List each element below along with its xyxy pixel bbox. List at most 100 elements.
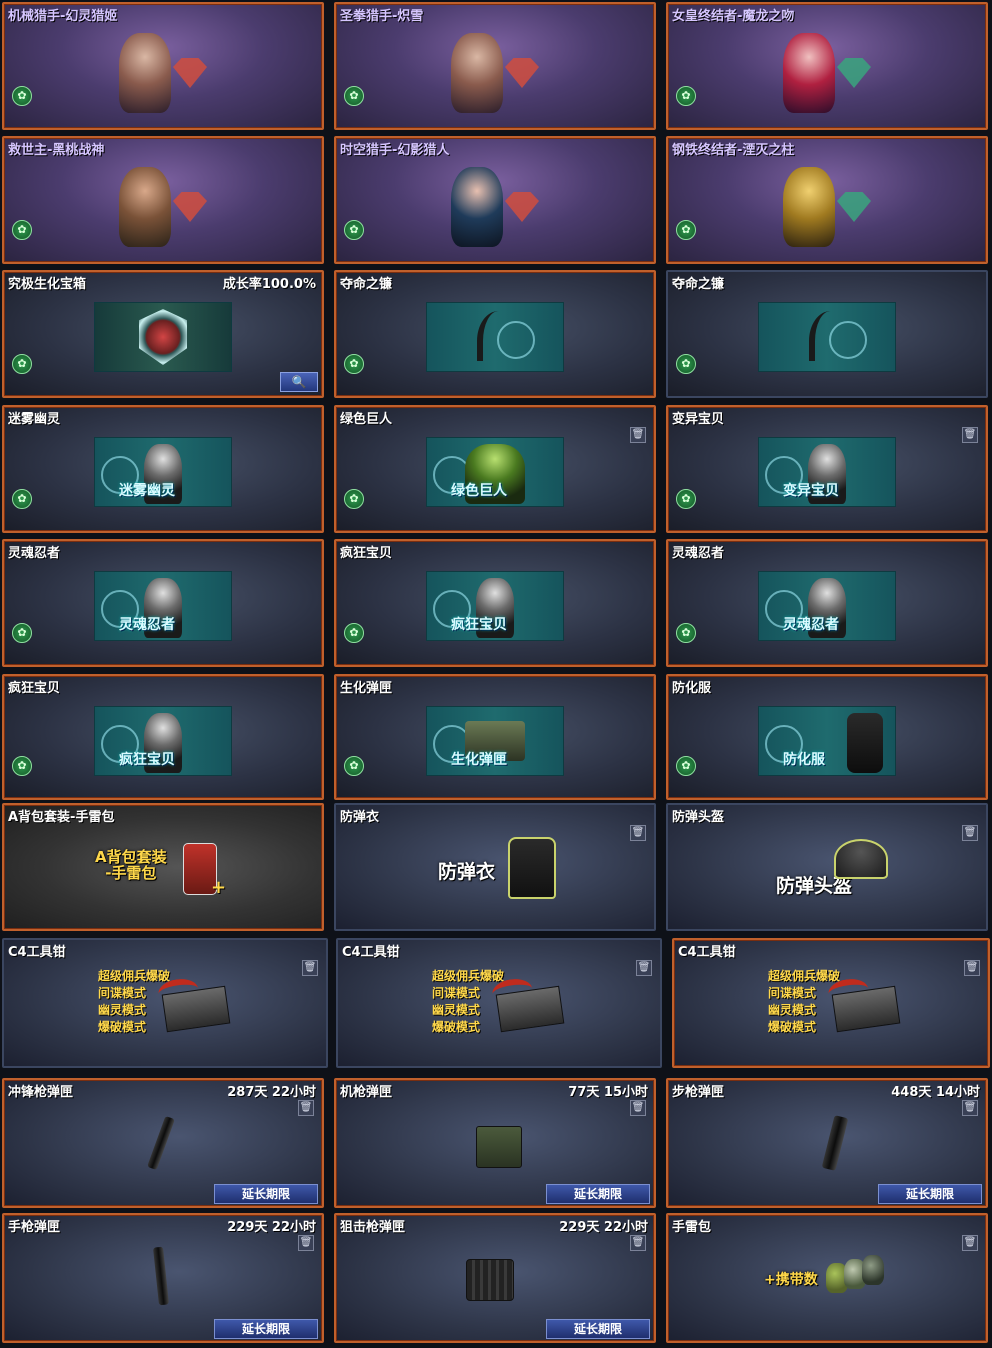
item-card[interactable]: 灵魂忍者 灵魂忍者 ✿ (666, 539, 988, 667)
item-title: 救世主-黑桃战神 (8, 143, 105, 158)
item-title: C4工具钳 (678, 945, 736, 960)
item-card[interactable]: 女皇终结者-魔龙之吻 ✿ (666, 2, 988, 130)
character-portrait (772, 28, 882, 118)
bio-tag-icon: ✿ (12, 220, 32, 240)
item-card[interactable]: 机枪弹匣 77天 15小时 🗑 延长期限 (334, 1078, 656, 1208)
bio-tag-icon: ✿ (344, 756, 364, 776)
item-card[interactable]: 狙击枪弹匣 229天 22小时 🗑 延长期限 (334, 1213, 656, 1343)
item-title: 夺命之镰 (340, 277, 393, 292)
item-card[interactable]: 步枪弹匣 448天 14小时 🗑 延长期限 (666, 1078, 988, 1208)
trash-icon[interactable]: 🗑 (302, 960, 318, 976)
item-card[interactable]: 夺命之镰 ✿ (334, 270, 656, 398)
magazine-image (152, 1246, 170, 1306)
item-title: 灵魂忍者 (8, 546, 61, 561)
item-title: 疯狂宝贝 (340, 546, 393, 561)
backpack-image: A背包套装 -手雷包 + (95, 837, 231, 901)
growth-rate: 成长率100.0% (222, 277, 316, 292)
item-card[interactable]: 冲锋枪弹匣 287天 22小时 🗑 延长期限 (2, 1078, 324, 1208)
time-remaining: 287天 22小时 (227, 1085, 316, 1100)
trash-icon[interactable]: 🗑 (630, 1100, 646, 1116)
ammo-box-image (476, 1126, 522, 1168)
item-card[interactable]: 防弹头盔 🗑 防弹头盔 (666, 803, 988, 931)
inventory-grid: 机械猎手-幻灵猎姬 ✿ 圣拳猎手-炽雪 ✿ 女皇终结者-魔龙之吻 ✿ 救世主-黑… (0, 0, 992, 1348)
magazine-image (821, 1115, 849, 1171)
character-image: 灵魂忍者 (758, 571, 896, 641)
item-card[interactable]: C4工具钳 🗑 超级佣兵爆破 间谍模式 幽灵模式 爆破模式 (672, 938, 990, 1068)
trash-icon[interactable]: 🗑 (962, 1100, 978, 1116)
bio-tag-icon: ✿ (12, 354, 32, 374)
item-card[interactable]: 手枪弹匣 229天 22小时 🗑 延长期限 (2, 1213, 324, 1343)
item-card[interactable]: 疯狂宝贝 疯狂宝贝 ✿ (2, 674, 324, 800)
grenade-image (862, 1255, 884, 1285)
item-card[interactable]: 生化弹匣 生化弹匣 ✿ (334, 674, 656, 800)
extend-button[interactable]: 延长期限 (214, 1319, 318, 1339)
extend-button[interactable]: 延长期限 (214, 1184, 318, 1204)
bio-tag-icon: ✿ (344, 220, 364, 240)
extend-button[interactable]: 延长期限 (546, 1319, 650, 1339)
trash-icon[interactable]: 🗑 (636, 960, 652, 976)
trash-icon[interactable]: 🗑 (298, 1235, 314, 1251)
time-remaining: 448天 14小时 (891, 1085, 980, 1100)
suit-image: 防化服 (758, 706, 896, 776)
art-label: 防弹衣 (438, 861, 496, 883)
item-title: 变异宝贝 (672, 412, 725, 427)
trash-icon[interactable]: 🗑 (630, 1235, 646, 1251)
item-card[interactable]: 夺命之镰 ✿ (666, 270, 988, 398)
bio-tag-icon: ✿ (676, 489, 696, 509)
bio-tag-icon: ✿ (344, 489, 364, 509)
item-title: 女皇终结者-魔龙之吻 (672, 9, 795, 24)
vest-image (508, 837, 556, 899)
item-title: 防弹衣 (340, 810, 380, 825)
item-card[interactable]: 钢铁终结者-湮灭之柱 ✿ (666, 136, 988, 264)
trash-icon[interactable]: 🗑 (962, 427, 978, 443)
item-title: 钢铁终结者-湮灭之柱 (672, 143, 795, 158)
trash-icon[interactable]: 🗑 (964, 960, 980, 976)
weapon-image (758, 302, 896, 372)
character-image: 灵魂忍者 (94, 571, 232, 641)
item-card[interactable]: 时空猎手-幻影猎人 ✿ (334, 136, 656, 264)
extend-button[interactable]: 延长期限 (546, 1184, 650, 1204)
item-card[interactable]: C4工具钳 🗑 超级佣兵爆破 间谍模式 幽灵模式 爆破模式 (2, 938, 328, 1068)
trash-icon[interactable]: 🗑 (298, 1100, 314, 1116)
item-card[interactable]: 灵魂忍者 灵魂忍者 ✿ (2, 539, 324, 667)
trash-icon[interactable]: 🗑 (630, 825, 646, 841)
item-title: 机枪弹匣 (340, 1085, 393, 1100)
item-title: C4工具钳 (342, 945, 400, 960)
extend-button[interactable]: 延长期限 (878, 1184, 982, 1204)
item-title: 步枪弹匣 (672, 1085, 725, 1100)
art-label: +携带数 (764, 1272, 818, 1288)
item-card[interactable]: 防弹衣 🗑 防弹衣 (334, 803, 656, 931)
c4-kit-image (490, 976, 565, 1033)
item-card[interactable]: 圣拳猎手-炽雪 ✿ (334, 2, 656, 130)
item-card[interactable]: 防化服 防化服 ✿ (666, 674, 988, 800)
trash-icon[interactable]: 🗑 (630, 427, 646, 443)
item-card[interactable]: 变异宝贝 🗑 变异宝贝 ✿ (666, 405, 988, 533)
item-title: 机械猎手-幻灵猎姬 (8, 9, 118, 24)
item-card[interactable]: A背包套装-手雷包 A背包套装 -手雷包 + (2, 803, 324, 931)
item-card[interactable]: 迷雾幽灵 迷雾幽灵 ✿ (2, 405, 324, 533)
item-card[interactable]: 疯狂宝贝 疯狂宝贝 ✿ (334, 539, 656, 667)
item-title: 圣拳猎手-炽雪 (340, 9, 424, 24)
trash-icon[interactable]: 🗑 (962, 825, 978, 841)
item-card[interactable]: 机械猎手-幻灵猎姬 ✿ (2, 2, 324, 130)
item-title: 狙击枪弹匣 (340, 1220, 406, 1235)
bio-tag-icon: ✿ (676, 756, 696, 776)
character-portrait (440, 28, 550, 118)
item-title: 时空猎手-幻影猎人 (340, 143, 450, 158)
item-card[interactable]: 救世主-黑桃战神 ✿ (2, 136, 324, 264)
trash-icon[interactable]: 🗑 (962, 1235, 978, 1251)
item-card[interactable]: 手雷包 🗑 +携带数 (666, 1213, 988, 1343)
item-title: 疯狂宝贝 (8, 681, 61, 696)
item-title: 防弹头盔 (672, 810, 725, 825)
character-portrait (440, 162, 550, 252)
item-card[interactable]: 绿色巨人 🗑 绿色巨人 ✿ (334, 405, 656, 533)
box-image (94, 302, 232, 372)
item-title: 手枪弹匣 (8, 1220, 61, 1235)
item-card[interactable]: 究极生化宝箱 成长率100.0% ✿ 🔍 (2, 270, 324, 398)
character-image: 变异宝贝 (758, 437, 896, 507)
magnifier-icon[interactable]: 🔍 (280, 372, 318, 392)
item-card[interactable]: C4工具钳 🗑 超级佣兵爆破 间谍模式 幽灵模式 爆破模式 (336, 938, 662, 1068)
time-remaining: 229天 22小时 (227, 1220, 316, 1235)
character-portrait (108, 28, 218, 118)
item-title: 手雷包 (672, 1220, 712, 1235)
